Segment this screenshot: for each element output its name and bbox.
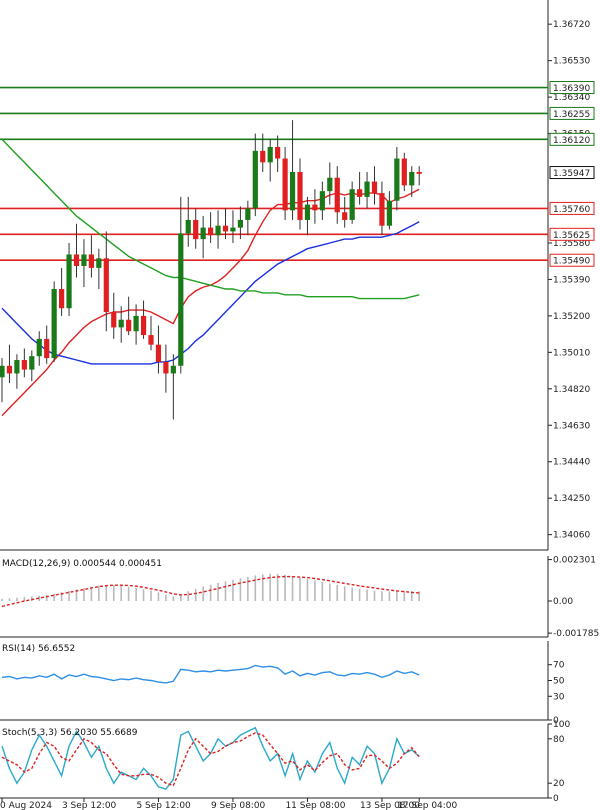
candle-body xyxy=(6,365,13,374)
price-tick-label: 1.34820 xyxy=(553,385,590,395)
level-price-label: 1.36390 xyxy=(553,84,590,94)
stoch-tick-label: 0 xyxy=(553,794,559,804)
macd-tick-label: -0.001785 xyxy=(553,629,599,639)
price-chart: 1.367201.365301.363401.361501.355801.353… xyxy=(0,0,600,810)
candle-body xyxy=(237,219,243,228)
x-tick-label: 9 Sep 08:00 xyxy=(211,801,266,810)
candle-body xyxy=(103,258,109,313)
price-tick-label: 1.36720 xyxy=(553,20,590,30)
level-price-label: 1.35760 xyxy=(553,205,590,215)
candle-body xyxy=(312,204,318,211)
price-tick-label: 1.34060 xyxy=(553,531,590,541)
candle-body xyxy=(29,356,35,370)
candle-body xyxy=(193,219,199,240)
candle-body xyxy=(126,319,132,332)
candle-body xyxy=(44,338,50,359)
candle-body xyxy=(334,177,340,213)
candle-body xyxy=(379,193,385,226)
candle-body xyxy=(252,150,258,209)
rsi-tick-label: 30 xyxy=(553,692,565,702)
price-tick-label: 1.34440 xyxy=(553,458,590,468)
candle-body xyxy=(289,171,296,211)
candle-body xyxy=(230,227,236,232)
price-tick-label: 1.35010 xyxy=(553,348,590,358)
candle-body xyxy=(215,225,221,236)
candle-body xyxy=(21,360,27,370)
candle-body xyxy=(364,181,370,197)
candle-body xyxy=(282,158,288,211)
candle-body xyxy=(267,147,273,163)
candle-body xyxy=(357,189,363,197)
candle-body xyxy=(342,212,348,220)
candle-body xyxy=(185,219,191,234)
price-tick-label: 1.35200 xyxy=(553,312,590,322)
candle-body xyxy=(416,171,422,174)
candle-body xyxy=(327,177,333,192)
x-tick-label: 5 Sep 12:00 xyxy=(136,801,191,810)
candle-body xyxy=(66,254,72,309)
macd-tick-label: 0.002301 xyxy=(553,556,596,566)
candle-body xyxy=(51,289,57,359)
x-tick-label: 3 Sep 12:00 xyxy=(62,801,117,810)
candle-body xyxy=(222,225,229,232)
candle-body xyxy=(163,361,169,374)
price-tick-label: 1.35390 xyxy=(553,275,590,285)
candle-body xyxy=(111,312,117,328)
stoch-tick-label: 20 xyxy=(553,779,565,789)
macd-tick-label: 0.00 xyxy=(553,597,573,607)
candle-body xyxy=(96,258,102,268)
level-price-label: 1.35625 xyxy=(553,231,590,241)
candle-body xyxy=(245,208,251,220)
stoch-tick-label: 80 xyxy=(553,735,565,745)
macd-title: MACD(12,26,9) 0.000544 0.000451 xyxy=(2,559,162,569)
candle-body xyxy=(155,344,162,362)
level-price-label: 1.36255 xyxy=(553,110,590,120)
price-tick-label: 1.34250 xyxy=(553,494,590,504)
candle-body xyxy=(170,365,176,374)
candle-body xyxy=(140,315,147,336)
rsi-title: RSI(14) 56.6552 xyxy=(2,644,75,654)
candle-body xyxy=(386,200,392,226)
candle-body xyxy=(297,171,303,220)
candle-body xyxy=(319,191,325,211)
candle-body xyxy=(275,147,281,159)
x-tick-label: 11 Sep 08:00 xyxy=(285,801,345,810)
x-tick-label: 0 Aug 2024 xyxy=(0,801,52,810)
candle-body xyxy=(200,227,206,240)
candle-body xyxy=(81,254,87,266)
candle-body xyxy=(178,233,184,366)
candle-body xyxy=(260,150,266,163)
rsi-tick-label: 70 xyxy=(553,661,565,671)
price-tick-label: 1.36530 xyxy=(553,57,590,67)
candle-body xyxy=(14,360,20,374)
level-price-label: 1.36120 xyxy=(553,136,590,146)
candle-body xyxy=(118,319,124,328)
rsi-tick-label: 50 xyxy=(553,677,565,687)
candle-body xyxy=(59,289,65,309)
candle-body xyxy=(88,254,94,268)
candle-body xyxy=(208,227,214,236)
candle-body xyxy=(371,181,378,194)
candle-body xyxy=(148,335,154,345)
level-price-label: 1.35490 xyxy=(553,257,590,267)
candle-body xyxy=(349,189,355,220)
stoch-title: Stoch(5,3,3) 56.2030 55.6689 xyxy=(2,728,138,738)
candle-body xyxy=(36,338,42,357)
x-tick-label: 17 Sep 04:00 xyxy=(397,801,457,810)
candle-body xyxy=(133,315,139,332)
candle-body xyxy=(394,158,400,201)
candle-body xyxy=(304,204,311,220)
stoch-tick-label: 100 xyxy=(553,720,570,730)
price-tick-label: 1.34630 xyxy=(553,421,590,431)
last-price-label: 1.35947 xyxy=(553,169,590,179)
candle-body xyxy=(73,254,80,266)
candle-body xyxy=(409,171,415,186)
candle-body xyxy=(401,158,407,186)
candle-body xyxy=(0,365,5,378)
price-tick-label: 1.36340 xyxy=(553,93,590,103)
